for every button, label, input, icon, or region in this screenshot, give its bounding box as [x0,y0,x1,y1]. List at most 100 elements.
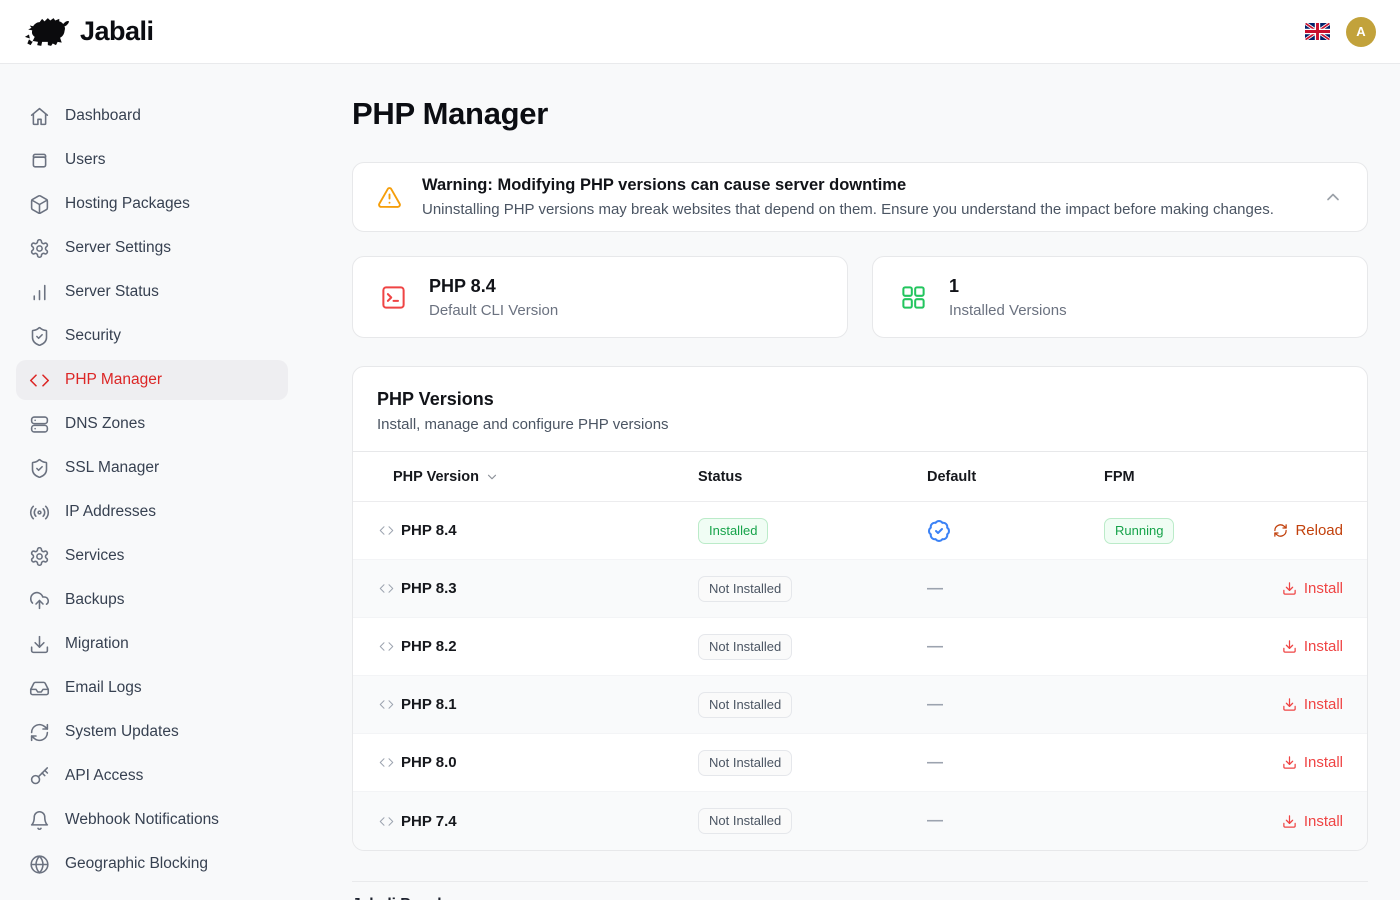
sidebar-item-migration[interactable]: Migration [16,624,288,664]
bar-chart-icon [29,282,50,303]
download-icon [1282,581,1297,596]
warning-triangle-icon [377,185,402,210]
action-label: Install [1304,813,1343,830]
badge-check-icon [927,519,951,543]
sidebar-item-dashboard[interactable]: Dashboard [16,96,288,136]
install-button[interactable]: Install [1262,580,1367,597]
server-icon [29,414,50,435]
download-icon [29,634,50,655]
status-badge: Not Installed [698,808,792,834]
table-row: PHP 8.3Not Installed—Install [353,560,1367,618]
php-version-label: PHP 7.4 [401,813,457,830]
home-icon [29,106,50,127]
action-label: Install [1304,638,1343,655]
code-icon [29,370,50,391]
code-icon [379,755,394,770]
table-row: PHP 7.4 Not Installed — Install [353,792,1367,850]
sidebar-item-label: IP Addresses [65,503,156,521]
stat-value: 1 [949,276,1067,297]
no-default-dash: — [927,696,943,713]
status-badge: Not Installed [698,634,792,660]
footer-brand: Jabali Panel [352,896,1368,900]
sidebar-item-server-status[interactable]: Server Status [16,272,288,312]
column-label: PHP Version [393,469,479,485]
stat-label: Installed Versions [949,302,1067,319]
sidebar-item-users[interactable]: Users [16,140,288,180]
status-badge: Not Installed [698,576,792,602]
stat-value: PHP 8.4 [429,276,558,297]
table-row: PHP 8.2 Not Installed — Install [353,618,1367,676]
sidebar-item-backups[interactable]: Backups [16,580,288,620]
table-header-row: PHP Version Status Default FPM [353,452,1367,502]
card-title: PHP Versions [377,389,1343,410]
sidebar-item-hosting-packages[interactable]: Hosting Packages [16,184,288,224]
user-avatar[interactable]: A [1346,17,1376,47]
php-versions-card: PHP Versions Install, manage and configu… [352,366,1368,851]
card-subtitle: Install, manage and configure PHP versio… [377,416,1343,433]
sidebar-item-label: Server Status [65,283,159,301]
action-label: Install [1304,580,1343,597]
sidebar-item-label: API Access [65,767,143,785]
sidebar-item-email-logs[interactable]: Email Logs [16,668,288,708]
install-button[interactable]: Install [1262,638,1367,655]
chevron-up-icon [1323,187,1343,207]
no-default-dash: — [927,638,943,655]
code-icon [379,523,394,538]
table-row: PHP 8.0Not Installed — Install [353,734,1367,792]
top-bar: Jabali A [0,0,1400,64]
sidebar-item-security[interactable]: Security [16,316,288,356]
page-title: PHP Manager [352,96,1368,132]
code-icon [379,639,394,654]
sidebar-item-server-settings[interactable]: Server Settings [16,228,288,268]
brand-logo[interactable]: Jabali [24,14,154,50]
php-version-cell: PHP 8.4 [353,522,698,539]
sidebar-item-label: Security [65,327,121,345]
bell-icon [29,810,50,831]
sidebar-item-geographic-blocking[interactable]: Geographic Blocking [16,844,288,884]
inbox-icon [29,678,50,699]
sidebar-item-label: System Updates [65,723,179,741]
php-version-cell: PHP 8.2 [353,638,698,655]
column-header-fpm: FPM [1104,469,1262,485]
install-button[interactable]: Install [1262,754,1367,771]
sidebar-item-php-manager[interactable]: PHP Manager [16,360,288,400]
sidebar-item-dns-zones[interactable]: DNS Zones [16,404,288,444]
php-version-label: PHP 8.2 [401,638,457,655]
column-header-php-version[interactable]: PHP Version [353,469,698,485]
download-icon [1282,697,1297,712]
sidebar-item-label: Services [65,547,124,565]
action-label: Install [1304,754,1343,771]
sidebar-item-system-updates[interactable]: System Updates [16,712,288,752]
sidebar-item-api-access[interactable]: API Access [16,756,288,796]
php-version-cell: PHP 8.3 [353,580,698,597]
no-default-dash: — [927,812,943,829]
install-button[interactable]: Install [1262,696,1367,713]
status-badge: Not Installed [698,750,792,776]
no-default-dash: — [927,754,943,771]
globe-icon [29,854,50,875]
php-version-label: PHP 8.1 [401,696,457,713]
warning-body: Uninstalling PHP versions may break webs… [422,201,1274,218]
download-icon [1282,755,1297,770]
sidebar-item-label: Users [65,151,105,169]
refresh-icon [29,722,50,743]
install-button[interactable]: Install [1262,813,1367,830]
status-badge: Not Installed [698,692,792,718]
code-icon [379,814,394,829]
action-label: Install [1304,696,1343,713]
sidebar-item-ip-addresses[interactable]: IP Addresses [16,492,288,532]
sidebar-item-webhook-notifications[interactable]: Webhook Notifications [16,800,288,840]
php-version-cell: PHP 8.0 [353,754,698,771]
terminal-icon [380,284,407,311]
brand-name: Jabali [80,16,154,47]
card-header: PHP Versions Install, manage and configu… [353,367,1367,452]
table-row: PHP 8.1 Not Installed — Install [353,676,1367,734]
fpm-badge: Running [1104,518,1174,544]
reload-button[interactable]: Reload [1262,522,1367,539]
code-icon [379,581,394,596]
collapse-warning-button[interactable] [1323,187,1343,207]
sidebar-item-services[interactable]: Services [16,536,288,576]
language-flag-icon[interactable] [1305,23,1330,40]
warning-banner: Warning: Modifying PHP versions can caus… [352,162,1368,232]
sidebar-item-ssl-manager[interactable]: SSL Manager [16,448,288,488]
